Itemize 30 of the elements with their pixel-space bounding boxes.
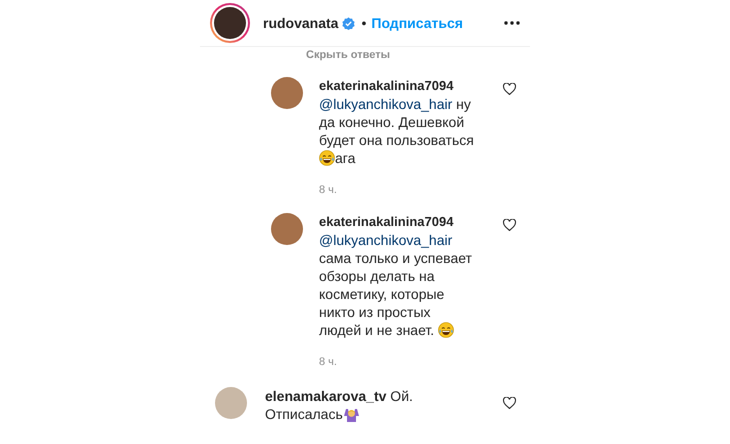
comment-username[interactable]: ekaterinakalinina7094 — [319, 77, 503, 95]
mention-link[interactable]: @lukyanchikova_hair — [319, 232, 452, 248]
mention-link[interactable]: @lukyanchikova_hair — [319, 96, 452, 112]
person-emoji-icon — [342, 406, 360, 422]
comment-text: да конечно. Дешевкой — [319, 114, 464, 130]
comment-text: Ой. — [389, 388, 413, 404]
profile-avatar-ring[interactable] — [210, 3, 250, 43]
comment-text: сама только и успевает — [319, 250, 472, 266]
profile-username[interactable]: rudovanata — [263, 12, 338, 34]
laughing-emoji-icon — [438, 322, 454, 338]
comment-text: косметику, которые — [319, 286, 444, 302]
laughing-emoji-icon — [319, 150, 335, 166]
comment-text: будет она пользоваться — [319, 132, 474, 148]
comment-text: ага — [335, 150, 356, 166]
comment-text: никто из простых — [319, 304, 431, 320]
avatar[interactable] — [271, 213, 303, 245]
separator-dot: • — [361, 14, 366, 32]
comment-text: Отписалась — [265, 406, 343, 422]
more-options-icon[interactable] — [504, 21, 520, 25]
comment-text: обзоры делать на — [319, 268, 435, 284]
comment-text: ну — [455, 96, 471, 112]
heart-icon[interactable] — [503, 83, 516, 95]
heart-icon[interactable] — [503, 397, 516, 409]
heart-icon[interactable] — [503, 219, 516, 231]
comment-username[interactable]: elenamakarova_tv — [265, 388, 386, 404]
comment-text: людей и не знает. — [319, 322, 436, 338]
comment-time: 8 ч. — [319, 183, 338, 198]
comment-time: 8 ч. — [319, 355, 338, 370]
comment-username[interactable]: ekaterinakalinina7094 — [319, 213, 503, 231]
avatar[interactable] — [271, 77, 303, 109]
